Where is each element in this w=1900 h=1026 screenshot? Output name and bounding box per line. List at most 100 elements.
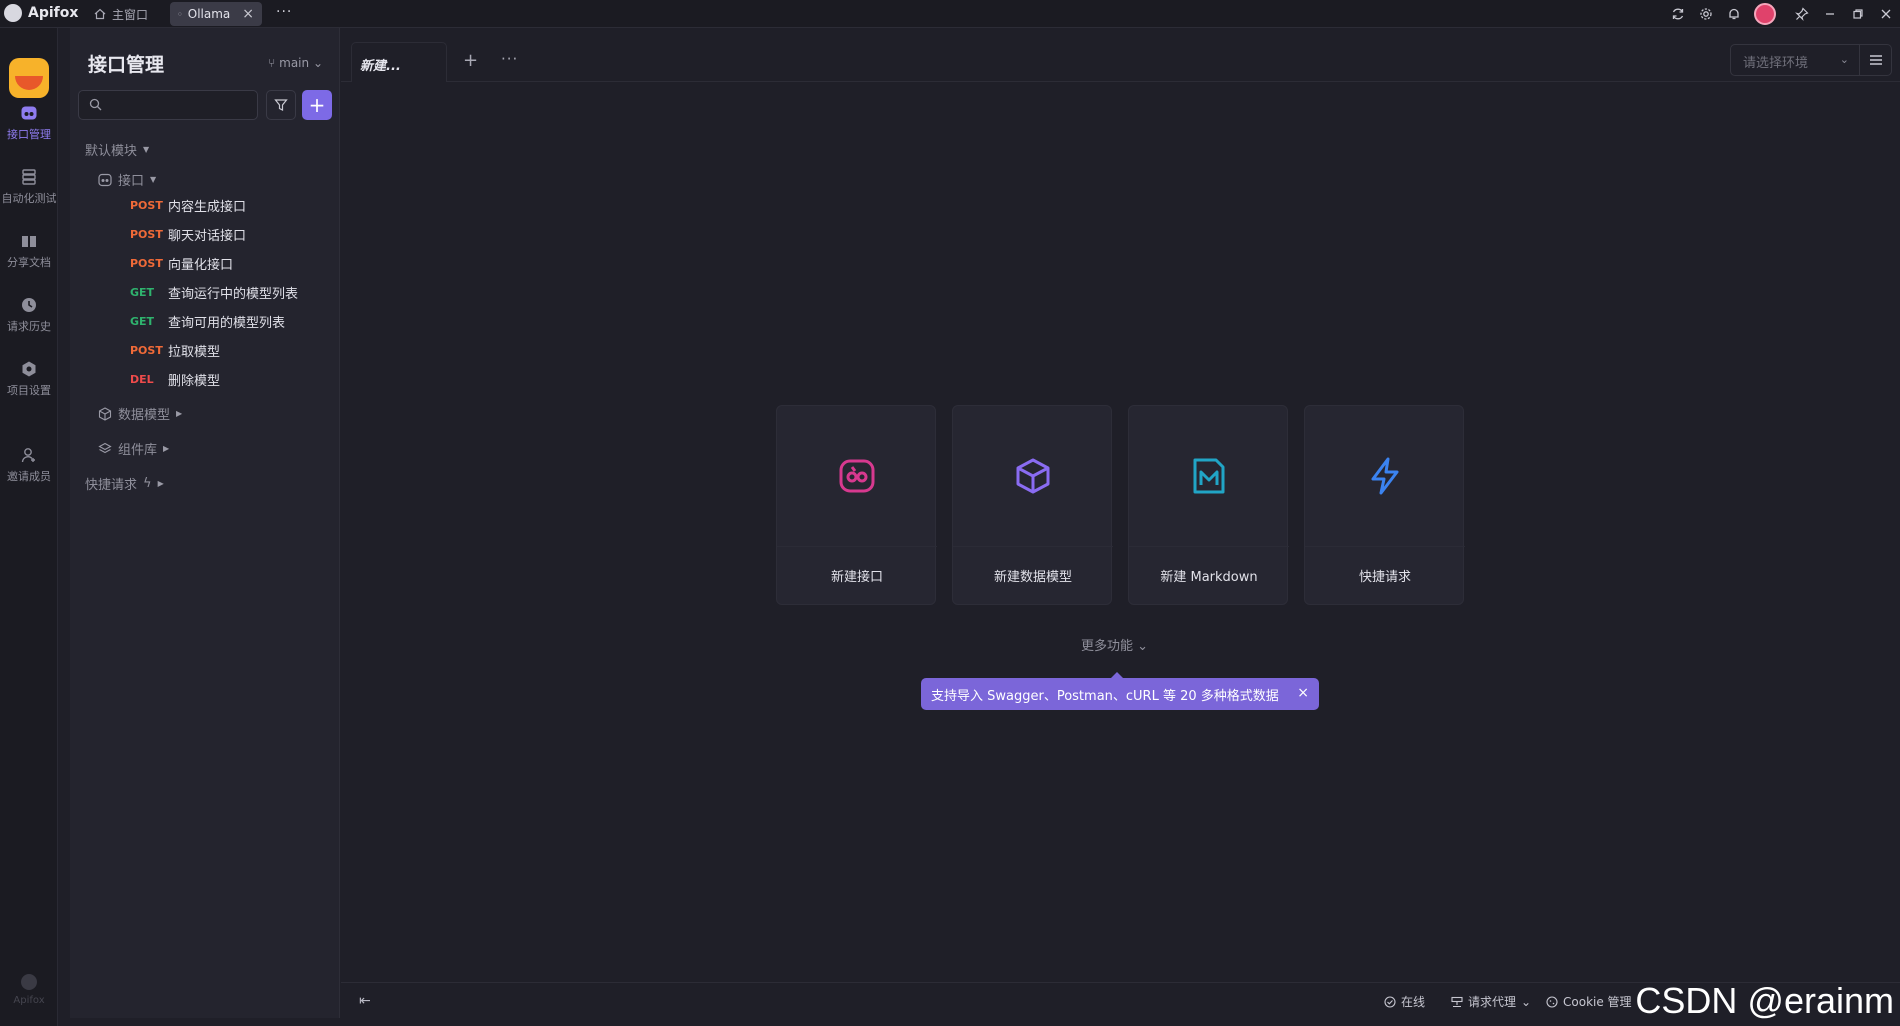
status-label: Cookie 管理 bbox=[1563, 995, 1632, 1009]
tree-label: 默认模块 bbox=[85, 144, 138, 159]
filter-button[interactable] bbox=[266, 90, 296, 120]
add-tab-icon[interactable]: + bbox=[463, 50, 478, 71]
tree-item-default-module[interactable]: 默认模块 ▼ bbox=[85, 140, 149, 159]
rail-label: 分享文档 bbox=[7, 256, 51, 269]
search-input[interactable] bbox=[109, 95, 249, 115]
new-api-card[interactable]: 新建接口 bbox=[776, 405, 937, 605]
api-item[interactable]: POST 内容生成接口 bbox=[130, 196, 246, 215]
api-item[interactable]: POST 聊天对话接口 bbox=[130, 225, 246, 244]
rail-item-share-docs[interactable]: 分享文档 bbox=[0, 232, 58, 270]
tab-label: 主窗口 bbox=[112, 7, 149, 22]
cube-icon bbox=[98, 406, 112, 421]
filter-icon bbox=[274, 99, 288, 111]
tree-label: 组件库 bbox=[118, 443, 158, 458]
api-icon bbox=[839, 459, 875, 493]
api-item[interactable]: DEL 删除模型 bbox=[130, 370, 220, 389]
tree-item-quick-requests[interactable]: 快捷请求 ϟ ▶ bbox=[85, 474, 164, 493]
close-window-icon[interactable] bbox=[1872, 0, 1900, 28]
tree-label: 快捷请求 bbox=[85, 478, 138, 493]
caret-right-icon: ▶ bbox=[157, 479, 164, 488]
caret-down-icon: ▼ bbox=[150, 175, 157, 184]
close-icon[interactable]: × bbox=[1297, 685, 1309, 701]
tree-item-data-models[interactable]: 数据模型 ▶ bbox=[98, 404, 182, 423]
restore-icon[interactable] bbox=[1844, 0, 1872, 28]
new-data-model-card[interactable]: 新建数据模型 bbox=[952, 405, 1113, 605]
cookie-manager[interactable]: Cookie 管理 bbox=[1546, 993, 1632, 1010]
menu-icon bbox=[1869, 55, 1882, 65]
avatar[interactable] bbox=[1754, 3, 1776, 25]
chevron-down-icon: ⌄ bbox=[312, 56, 323, 70]
method-badge: POST bbox=[130, 228, 163, 241]
bolt-icon: ϟ bbox=[143, 476, 152, 491]
api-name: 拉取模型 bbox=[168, 345, 221, 360]
book-icon bbox=[22, 236, 36, 247]
nav-rail: 接口管理 自动化测试 分享文档 请求历史 项目设置 邀请成员 Apifox bbox=[0, 28, 58, 1026]
api-item[interactable]: GET 查询可用的模型列表 bbox=[130, 312, 285, 331]
tab-main-window[interactable]: 主窗口 bbox=[86, 2, 156, 26]
tab-bar: 新建... + ··· 请选择环境 ⌄ bbox=[341, 28, 1900, 82]
proxy-status[interactable]: 请求代理 ⌄ bbox=[1451, 993, 1531, 1010]
more-tabs-button[interactable]: ··· bbox=[276, 4, 292, 20]
pin-icon[interactable] bbox=[1788, 0, 1816, 28]
more-icon[interactable]: ··· bbox=[501, 50, 518, 68]
tree-item-interfaces[interactable]: 接口 ▼ bbox=[98, 170, 156, 189]
markdown-icon bbox=[1193, 458, 1225, 494]
environment-select[interactable]: 请选择环境 ⌄ bbox=[1730, 44, 1860, 76]
quick-request-card[interactable]: 快捷请求 bbox=[1304, 405, 1465, 605]
new-markdown-card[interactable]: 新建 Markdown bbox=[1128, 405, 1289, 605]
api-name: 向量化接口 bbox=[168, 258, 234, 273]
api-name: 聊天对话接口 bbox=[168, 229, 247, 244]
branch-selector[interactable]: ⑂ main ⌄ bbox=[268, 56, 323, 70]
rail-item-automation[interactable]: 自动化测试 bbox=[0, 168, 58, 206]
close-icon[interactable]: × bbox=[242, 6, 254, 22]
api-sidebar: 接口管理 ⑂ main ⌄ + 默认模块 ▼ 接口 ▼ POST 内容生成接口 … bbox=[70, 28, 340, 1018]
api-icon bbox=[98, 173, 112, 186]
rail-footer-text: Apifox bbox=[13, 995, 45, 1006]
proxy-icon bbox=[1451, 996, 1463, 1007]
api-name: 删除模型 bbox=[168, 374, 221, 389]
collapse-sidebar-icon[interactable]: ⇤ bbox=[359, 993, 371, 1009]
add-button[interactable]: + bbox=[302, 90, 332, 120]
method-badge: GET bbox=[130, 315, 155, 328]
card-label: 新建数据模型 bbox=[993, 570, 1072, 585]
chevron-down-icon: ⌄ bbox=[1137, 639, 1149, 654]
tab-new[interactable]: 新建... bbox=[351, 42, 447, 82]
api-item[interactable]: GET 查询运行中的模型列表 bbox=[130, 283, 298, 302]
card-label: 新建 Markdown bbox=[1160, 570, 1258, 585]
rail-footer-logo: Apifox bbox=[0, 972, 58, 1006]
rail-item-invite-members[interactable]: 邀请成员 bbox=[0, 446, 58, 484]
card-label: 快捷请求 bbox=[1358, 570, 1411, 585]
rail-label: 邀请成员 bbox=[7, 470, 51, 483]
rail-item-history[interactable]: 请求历史 bbox=[0, 296, 58, 334]
tab-ollama[interactable]: Ollama × bbox=[170, 2, 262, 26]
method-badge: POST bbox=[130, 344, 163, 357]
tree-item-components[interactable]: 组件库 ▶ bbox=[98, 439, 169, 458]
search-box[interactable] bbox=[78, 90, 258, 120]
apifox-logo-icon bbox=[21, 974, 37, 990]
online-status[interactable]: 在线 bbox=[1384, 993, 1425, 1010]
rail-item-project-settings[interactable]: 项目设置 bbox=[0, 360, 58, 398]
caret-right-icon: ▶ bbox=[163, 444, 170, 453]
layers-icon bbox=[98, 442, 112, 453]
app-logo: Apifox bbox=[4, 4, 78, 22]
environment-menu-button[interactable] bbox=[1860, 44, 1892, 76]
project-logo-icon[interactable] bbox=[9, 58, 49, 98]
sync-icon[interactable] bbox=[1664, 0, 1692, 28]
method-badge: POST bbox=[130, 257, 163, 270]
environment-placeholder: 请选择环境 bbox=[1743, 56, 1809, 71]
method-badge: POST bbox=[130, 199, 163, 212]
tree-label: 接口 bbox=[118, 174, 145, 189]
method-badge: DEL bbox=[130, 373, 154, 386]
bell-icon[interactable] bbox=[1720, 0, 1748, 28]
caret-down-icon: ▼ bbox=[143, 145, 150, 154]
minimize-icon[interactable] bbox=[1816, 0, 1844, 28]
rail-item-api-management[interactable]: 接口管理 bbox=[0, 104, 58, 142]
clock-icon bbox=[22, 298, 36, 312]
more-features-button[interactable]: 更多功能 ⌄ bbox=[1081, 635, 1148, 654]
search-icon bbox=[89, 98, 102, 111]
gear-icon[interactable] bbox=[1692, 0, 1720, 28]
import-tip: 支持导入 Swagger、Postman、cURL 等 20 多种格式数据 × bbox=[921, 672, 1319, 710]
rail-label: 接口管理 bbox=[7, 128, 51, 141]
api-item[interactable]: POST 拉取模型 bbox=[130, 341, 220, 360]
api-item[interactable]: POST 向量化接口 bbox=[130, 254, 233, 273]
